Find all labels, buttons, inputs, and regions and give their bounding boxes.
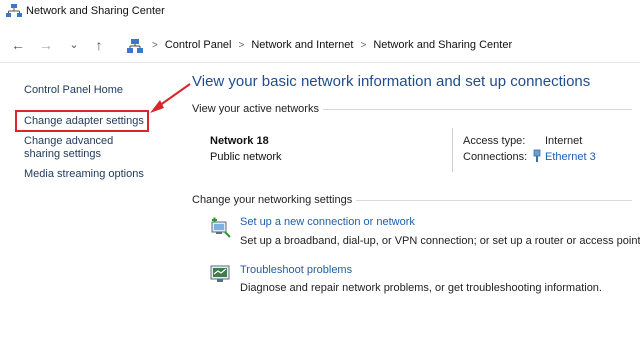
page-title: View your basic network information and …: [192, 73, 591, 90]
sidebar-item-change-advanced-sharing-settings[interactable]: Change advanced sharing settings: [24, 135, 150, 161]
breadcrumb-control-panel[interactable]: Control Panel: [165, 39, 232, 51]
breadcrumb-network-sharing-center[interactable]: Network and Sharing Center: [373, 39, 512, 51]
access-type-value: Internet: [545, 135, 583, 147]
troubleshoot-problems-link[interactable]: Troubleshoot problems: [240, 264, 352, 276]
recent-locations-button[interactable]: ⌄: [66, 37, 82, 53]
back-button[interactable]: ←: [10, 37, 26, 53]
chevron-right-icon[interactable]: >: [239, 40, 245, 51]
annotation-arrow: [150, 83, 191, 113]
access-type-label: Access type:: [463, 135, 526, 147]
change-settings-label: Change your networking settings: [192, 194, 357, 206]
up-button[interactable]: ↑: [91, 37, 107, 53]
active-networks-label: View your active networks: [192, 103, 323, 115]
annotation-highlight-box: [15, 110, 149, 132]
troubleshoot-problems-description: Diagnose and repair network problems, or…: [240, 282, 602, 294]
network-sharing-center-icon: [6, 4, 22, 17]
sidebar-item-media-streaming-options[interactable]: Media streaming options: [24, 168, 144, 181]
navbar-divider: [0, 62, 640, 63]
network-name: Network 18: [210, 135, 269, 147]
title-bar: Network and Sharing Center: [0, 0, 640, 24]
window-title: Network and Sharing Center: [26, 5, 165, 17]
control-panel-icon: [127, 39, 143, 53]
sidebar-item-control-panel-home[interactable]: Control Panel Home: [24, 84, 123, 97]
setup-new-connection-description: Set up a broadband, dial-up, or VPN conn…: [240, 235, 640, 247]
network-type: Public network: [210, 151, 282, 163]
connections-label: Connections:: [463, 151, 528, 163]
new-connection-icon: [211, 217, 231, 238]
chevron-right-icon[interactable]: >: [360, 40, 366, 51]
ethernet-icon: [533, 149, 541, 162]
troubleshoot-icon: [210, 265, 230, 282]
network-info-divider: [452, 128, 453, 172]
chevron-right-icon: >: [152, 40, 158, 51]
forward-button[interactable]: →: [38, 37, 54, 53]
breadcrumb: > Control Panel > Network and Internet > Netw…: [145, 39, 512, 51]
setup-new-connection-link[interactable]: Set up a new connection or network: [240, 216, 415, 228]
ethernet-connection-link[interactable]: Ethernet 3: [545, 151, 596, 163]
breadcrumb-network-internet[interactable]: Network and Internet: [251, 39, 353, 51]
